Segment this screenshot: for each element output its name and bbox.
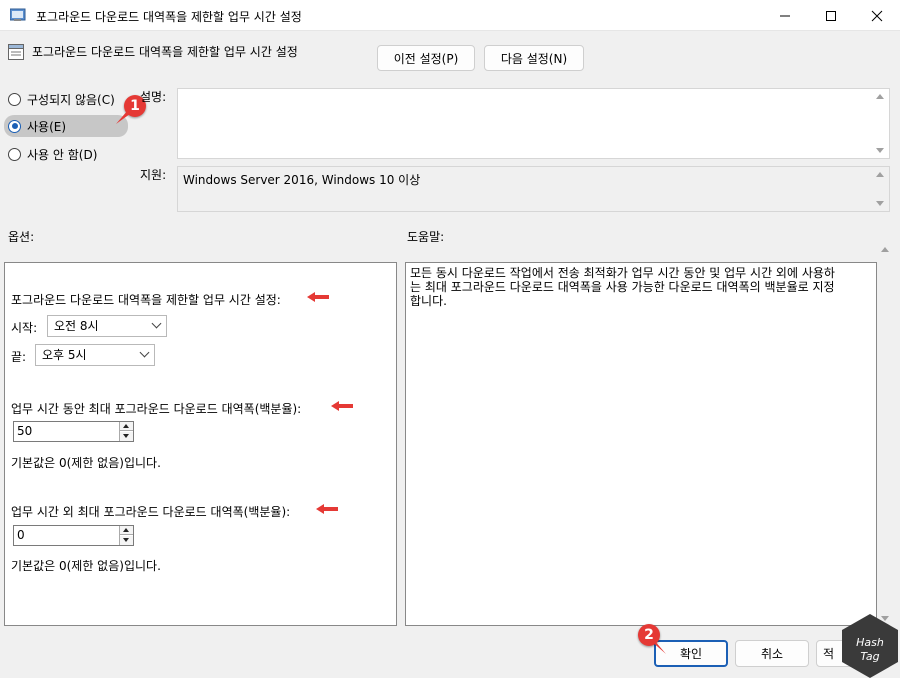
options-panel: 포그라운드 다운로드 대역폭을 제한할 업무 시간 설정: 시작: 오전 8시 … [4,262,397,626]
max-outside-value: 0 [17,528,25,542]
scroll-down-icon[interactable] [876,148,884,153]
start-time-label: 시작: [11,321,38,335]
end-time-value: 오후 5시 [42,348,87,362]
window-title: 포그라운드 다운로드 대역폭을 제한할 업무 시간 설정 [36,10,302,24]
default-note-1: 기본값은 0(제한 없음)입니다. [11,456,161,470]
radio-label: 사용(E) [27,119,67,134]
radio-circle [8,92,21,106]
start-time-select[interactable]: 오전 8시 [47,315,167,337]
radio-circle-checked [8,119,21,133]
scroll-down-icon[interactable] [876,201,884,206]
chevron-down-icon [151,318,162,329]
help-line-3: 합니다. [410,294,447,308]
annotation-pointer-2 [650,640,666,654]
stepper-down-icon[interactable] [120,536,133,545]
previous-setting-button[interactable]: 이전 설정(P) [377,45,475,71]
supported-value: Windows Server 2016, Windows 10 이상 [183,173,421,187]
stepper-up-icon[interactable] [120,422,133,431]
options-heading: 포그라운드 다운로드 대역폭을 제한할 업무 시간 설정: [11,293,281,307]
maximize-icon [826,10,836,21]
annotation-arrow-icon [307,292,329,302]
maximize-button[interactable] [808,0,854,31]
close-icon [871,10,883,21]
hashtag-watermark-logo: Hash Tag [842,614,898,678]
title-bar: 포그라운드 다운로드 대역폭을 제한할 업무 시간 설정 [0,0,900,31]
max-during-stepper[interactable]: 50 [13,421,134,442]
next-setting-button[interactable]: 다음 설정(N) [484,45,584,71]
description-label: 설명: [140,90,167,104]
radio-label: 사용 안 함(D) [27,147,98,162]
help-scrollbar[interactable] [877,242,891,626]
help-label: 도움말: [407,230,445,244]
help-panel: 모든 동시 다운로드 작업에서 전송 최적화가 업무 시간 동안 및 업무 시간… [405,262,877,626]
radio-disabled[interactable]: 사용 안 함(D) [8,144,97,164]
cancel-button[interactable]: 취소 [735,640,809,667]
close-button[interactable] [854,0,900,31]
watermark-line-2: Tag [860,650,879,663]
radio-circle [8,147,21,161]
max-outside-label: 업무 시간 외 최대 포그라운드 다운로드 대역폭(백분율): [11,505,291,519]
start-time-value: 오전 8시 [54,319,99,333]
description-box[interactable] [177,88,890,159]
supported-label: 지원: [140,168,167,182]
stepper-buttons [119,526,133,545]
chevron-down-icon [139,347,150,358]
watermark-line-1: Hash [856,636,884,649]
max-during-label: 업무 시간 동안 최대 포그라운드 다운로드 대역폭(백분율): [11,402,302,416]
max-outside-stepper[interactable]: 0 [13,525,134,546]
annotation-arrow-icon [316,504,338,514]
help-line-2: 는 최대 포그라운드 다운로드 대역폭을 사용 가능한 다운로드 대역폭의 백분… [410,280,835,294]
minimize-icon [780,15,790,16]
end-time-select[interactable]: 오후 5시 [35,344,155,366]
setting-title: 포그라운드 다운로드 대역폭을 제한할 업무 시간 설정 [32,45,298,59]
options-label: 옵션: [8,230,35,244]
supported-box: Windows Server 2016, Windows 10 이상 [177,166,890,212]
annotation-pointer-1 [116,110,130,124]
radio-label: 구성되지 않음(C) [27,92,115,107]
stepper-buttons [119,422,133,441]
end-time-label: 끝: [11,350,27,364]
max-during-value: 50 [17,424,33,438]
supported-scrollbar[interactable] [872,167,889,211]
scroll-up-icon[interactable] [876,94,884,99]
stepper-up-icon[interactable] [120,526,133,535]
annotation-arrow-icon [331,401,353,411]
stepper-down-icon[interactable] [120,432,133,441]
radio-not-configured[interactable]: 구성되지 않음(C) [8,89,115,109]
policy-app-icon [10,8,26,21]
setting-icon [8,44,24,60]
minimize-button[interactable] [762,0,808,31]
radio-enabled[interactable]: 사용(E) [8,116,66,136]
scroll-up-icon[interactable] [881,247,889,252]
scroll-up-icon[interactable] [876,172,884,177]
default-note-2: 기본값은 0(제한 없음)입니다. [11,559,161,573]
description-scrollbar[interactable] [872,89,889,158]
